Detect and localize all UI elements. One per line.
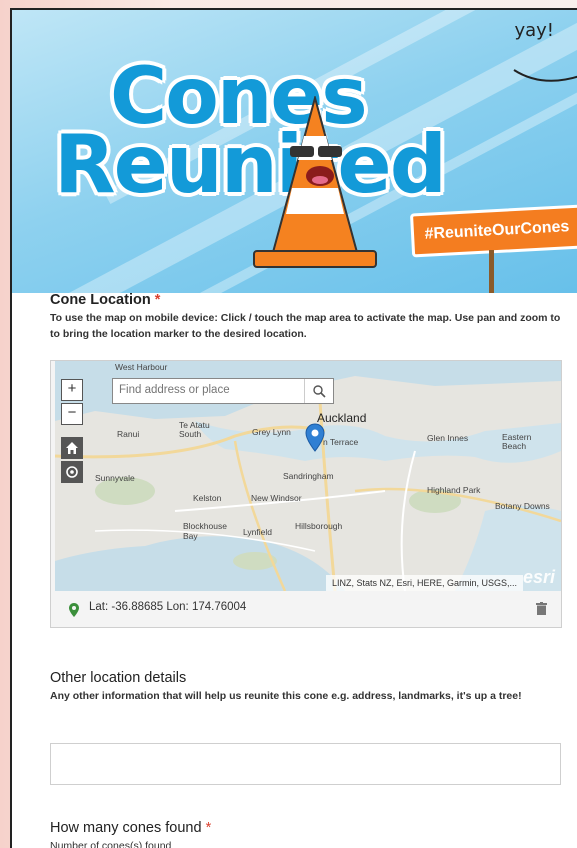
cones-found-section: How many cones found * Number of cones(s… (50, 820, 570, 848)
home-icon (66, 442, 78, 454)
locate-button[interactable] (61, 461, 83, 483)
zoom-in-button[interactable]: + (61, 379, 83, 401)
search-icon (313, 385, 326, 398)
map-label-botany-downs: Botany Downs (495, 501, 550, 511)
header-banner: yay! Cones Reunited #ReuniteOurCones (12, 10, 577, 293)
map-label-te-atatu: Te Atatu South (179, 420, 210, 439)
map-label-west-harbour: West Harbour (115, 362, 168, 372)
map-search-button[interactable] (304, 379, 333, 403)
map-pin-icon (69, 603, 79, 617)
other-location-description: Any other information that will help us … (50, 690, 522, 702)
map-search-box (112, 378, 334, 404)
form-frame: yay! Cones Reunited #ReuniteOurCones Con… (10, 8, 577, 848)
other-location-section: Other location details Any other informa… (50, 670, 570, 704)
home-button[interactable] (61, 437, 83, 459)
map-label-eastern-beach: Eastern Beach (502, 432, 532, 451)
map-label-sunnyvale: Sunnyvale (95, 473, 135, 483)
cone-location-description: To use the map on mobile device: Click /… (50, 312, 561, 340)
map-label-highland-park: Highland Park (427, 485, 481, 495)
cone-mascot-icon (253, 96, 377, 268)
map-label-hillsborough: Hillsborough (295, 521, 343, 531)
required-asterisk: * (205, 820, 212, 836)
swoosh-line-icon (513, 69, 577, 82)
map-widget: West Harbour Te Atatu South Ranui Grey L… (50, 360, 562, 628)
map-attribution: LINZ, Stats NZ, Esri, HERE, Garmin, USGS… (325, 575, 523, 591)
map-label-sandringham: Sandringham (283, 471, 334, 481)
cones-found-description: Number of cones(s) found (50, 840, 172, 848)
map-label-lynfield: Lynfield (243, 527, 272, 537)
map-label-glen-innes: Glen Innes (427, 433, 469, 443)
other-location-input-box (50, 743, 564, 786)
location-marker-icon[interactable] (305, 423, 325, 453)
map-label-n-terrace: n Terrace (323, 437, 359, 447)
map-label-grey-lynn: Grey Lynn (252, 427, 291, 437)
sign-post (489, 250, 494, 293)
other-location-label: Other location details (50, 670, 187, 686)
coordinates-bar: Lat: -36.88685 Lon: 174.76004 (51, 591, 561, 627)
locate-icon (66, 466, 78, 478)
map-label-kelston: Kelston (193, 493, 222, 503)
map-label-ranui: Ranui (117, 429, 140, 439)
cone-location-section: Cone Location * To use the map on mobile… (50, 292, 570, 342)
cones-found-label: How many cones found * (50, 820, 212, 836)
cone-location-label: Cone Location * (50, 292, 161, 308)
coordinates-text: Lat: -36.88685 Lon: 174.76004 (89, 601, 247, 613)
zoom-out-button[interactable]: − (61, 403, 83, 425)
map-label-new-windsor: New Windsor (251, 493, 302, 503)
required-asterisk: * (154, 292, 161, 308)
trash-icon[interactable] (536, 602, 547, 615)
map-label-blockhouse-bay: Blockhouse Bay (183, 521, 227, 541)
other-location-input[interactable] (51, 744, 564, 786)
yay-text: yay! (514, 20, 554, 41)
esri-logo: esri (522, 567, 555, 587)
map-search-input[interactable] (119, 379, 309, 401)
map-canvas[interactable]: West Harbour Te Atatu South Ranui Grey L… (55, 361, 561, 591)
